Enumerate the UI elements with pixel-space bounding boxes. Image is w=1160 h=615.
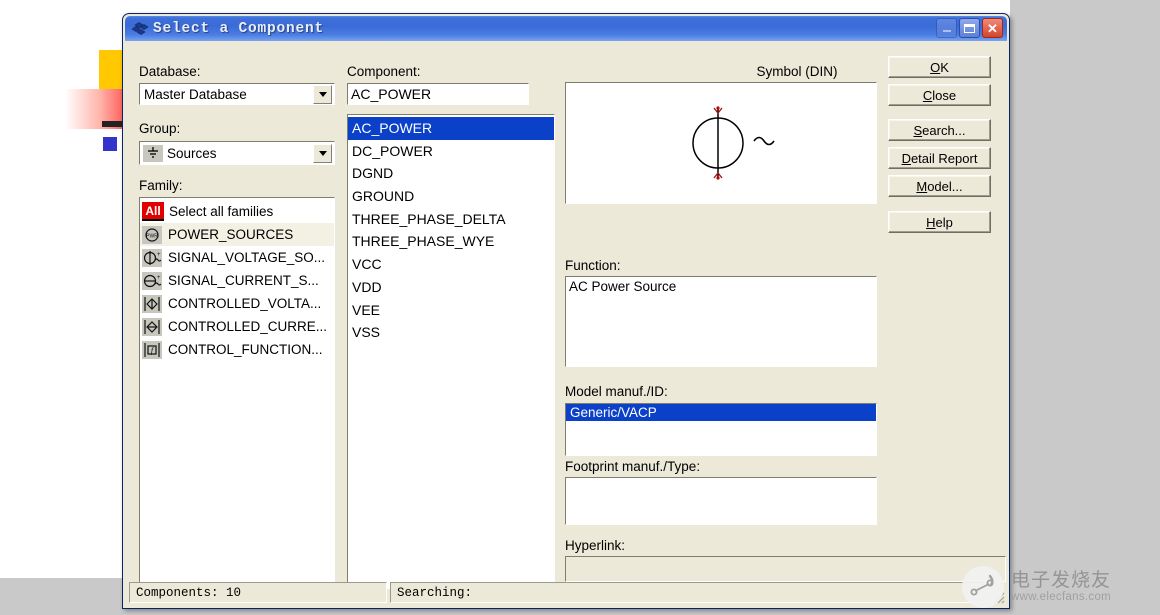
chevron-down-icon[interactable] xyxy=(313,85,332,104)
function-value: AC Power Source xyxy=(566,277,876,294)
family-item-label: POWER_SOURCES xyxy=(168,227,293,242)
hyperlink-label: Hyperlink: xyxy=(565,538,625,553)
component-item[interactable]: THREE_PHASE_WYE xyxy=(348,230,554,253)
status-bar: Components: 10 Searching: xyxy=(129,582,985,603)
decoration-blue-square xyxy=(103,137,117,151)
family-item-label: Select all families xyxy=(169,204,273,219)
component-item[interactable]: AC_POWER xyxy=(348,117,554,140)
group-label: Group: xyxy=(139,121,180,136)
database-value: Master Database xyxy=(140,87,313,102)
function-box: AC Power Source xyxy=(565,276,877,367)
symbol-preview xyxy=(565,82,877,204)
close-button-label: Close xyxy=(923,88,956,103)
svg-text:PWR: PWR xyxy=(146,233,158,239)
dialog-titlebar[interactable]: Select a Component ✕ xyxy=(125,16,1007,41)
component-search-value: AC_POWER xyxy=(348,86,431,102)
model-label: Model manuf./ID: xyxy=(565,384,668,399)
family-item-label: SIGNAL_VOLTAGE_SO... xyxy=(168,250,325,265)
signal-current-source-icon: + xyxy=(142,272,162,290)
family-item-controlled-volta[interactable]: CONTROLLED_VOLTA... xyxy=(140,292,334,315)
family-item-power-sources[interactable]: PWR POWER_SOURCES xyxy=(140,223,334,246)
svg-text:+: + xyxy=(157,252,161,258)
status-components: Components: 10 xyxy=(129,582,387,603)
ok-button[interactable]: OK xyxy=(888,56,991,78)
help-button-label: Help xyxy=(926,215,953,230)
family-item-control-function[interactable]: f CONTROL_FUNCTION... xyxy=(140,338,334,361)
svg-text:+: + xyxy=(157,275,161,281)
database-dropdown[interactable]: Master Database xyxy=(139,83,335,105)
component-item[interactable]: VCC xyxy=(348,253,554,276)
footprint-label: Footprint manuf./Type: xyxy=(565,459,700,474)
watermark: 电子发烧友 www.elecfans.com xyxy=(962,562,1160,612)
component-item[interactable]: THREE_PHASE_DELTA xyxy=(348,208,554,231)
family-item-label: CONTROL_FUNCTION... xyxy=(168,342,323,357)
database-label: Database: xyxy=(139,64,201,79)
close-button[interactable]: Close xyxy=(888,84,991,106)
component-item[interactable]: VEE xyxy=(348,299,554,322)
component-label: Component: xyxy=(347,64,421,79)
watermark-url-text: www.elecfans.com xyxy=(1011,591,1111,603)
detail-report-button-label: Detail Report xyxy=(902,151,978,166)
all-families-icon: All xyxy=(142,202,164,221)
family-item-label: SIGNAL_CURRENT_S... xyxy=(168,273,319,288)
family-item-signal-current-s[interactable]: + SIGNAL_CURRENT_S... xyxy=(140,269,334,292)
family-listbox[interactable]: All Select all families PWR POWER_SOURCES + S… xyxy=(139,197,335,589)
group-value: Sources xyxy=(167,146,313,161)
status-searching: Searching: xyxy=(390,582,985,603)
ground-symbol-icon xyxy=(143,145,163,162)
component-item[interactable]: VDD xyxy=(348,276,554,299)
watermark-cn-text: 电子发烧友 xyxy=(1011,571,1111,591)
component-item[interactable]: GROUND xyxy=(348,185,554,208)
component-listbox[interactable]: AC_POWERDC_POWERDGNDGROUNDTHREE_PHASE_DE… xyxy=(347,114,555,589)
family-label: Family: xyxy=(139,178,183,193)
signal-voltage-source-icon: + xyxy=(142,249,162,267)
family-item-signal-voltage-so[interactable]: + SIGNAL_VOLTAGE_SO... xyxy=(140,246,334,269)
footprint-value xyxy=(566,478,876,480)
dialog-client-area: Database: Master Database Group: Sources xyxy=(125,41,1007,606)
group-dropdown[interactable]: Sources xyxy=(139,141,335,165)
background-right-panel xyxy=(1010,0,1160,615)
footprint-listbox[interactable] xyxy=(565,477,877,525)
hyperlink-input[interactable] xyxy=(565,556,1006,582)
component-item[interactable]: DGND xyxy=(348,162,554,185)
controlled-voltage-source-icon xyxy=(142,295,162,313)
family-item-label: CONTROLLED_VOLTA... xyxy=(168,296,321,311)
maximize-button[interactable] xyxy=(959,18,980,38)
control-function-icon: f xyxy=(142,341,162,359)
select-component-dialog: Select a Component ✕ Database: Master Da… xyxy=(122,13,1010,609)
ac-power-source-symbol xyxy=(566,83,876,208)
model-listbox[interactable]: Generic/VACP xyxy=(565,403,877,456)
minimize-button[interactable] xyxy=(936,18,957,38)
detail-report-button[interactable]: Detail Report xyxy=(888,147,991,169)
chevron-down-icon[interactable] xyxy=(313,144,332,163)
power-sources-icon: PWR xyxy=(142,226,162,244)
family-item-select-all-families[interactable]: All Select all families xyxy=(140,200,334,223)
window-controls: ✕ xyxy=(936,18,1003,38)
search-button[interactable]: Search... xyxy=(888,119,991,141)
close-button[interactable]: ✕ xyxy=(982,18,1003,38)
ok-button-label: OK xyxy=(930,60,949,75)
family-item-label: CONTROLLED_CURRE... xyxy=(168,319,327,334)
function-label: Function: xyxy=(565,258,621,273)
component-item[interactable]: DC_POWER xyxy=(348,140,554,163)
model-button-label: Model... xyxy=(916,179,962,194)
model-button[interactable]: Model... xyxy=(888,175,991,197)
component-search-input[interactable]: AC_POWER xyxy=(347,83,529,105)
elecfans-logo-icon xyxy=(962,566,1004,608)
component-diamond-icon xyxy=(131,21,149,37)
family-item-controlled-curre[interactable]: CONTROLLED_CURRE... xyxy=(140,315,334,338)
search-button-label: Search... xyxy=(913,123,965,138)
hyperlink-value xyxy=(566,557,1005,559)
help-button[interactable]: Help xyxy=(888,211,991,233)
controlled-current-source-icon xyxy=(142,318,162,336)
dialog-title: Select a Component xyxy=(153,21,324,37)
component-item[interactable]: VSS xyxy=(348,321,554,344)
model-value[interactable]: Generic/VACP xyxy=(566,404,876,421)
